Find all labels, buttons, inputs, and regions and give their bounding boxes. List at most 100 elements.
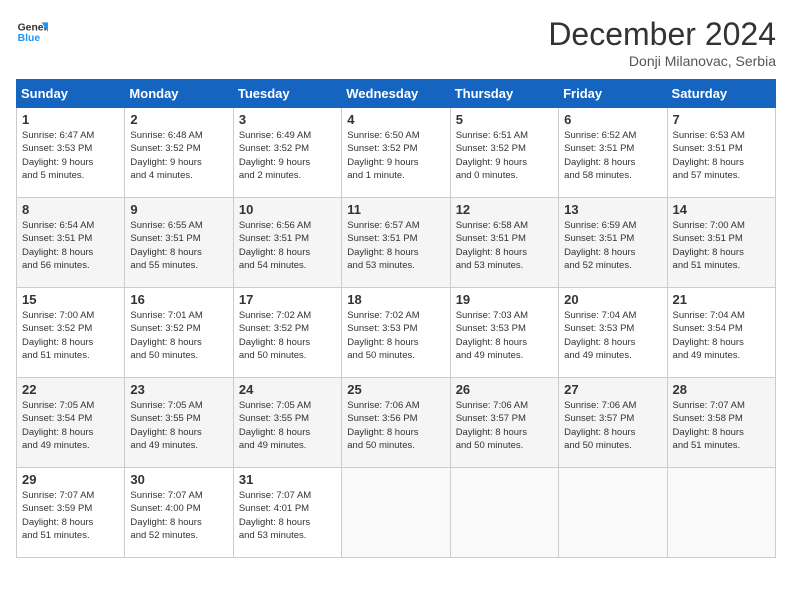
calendar-table: SundayMondayTuesdayWednesdayThursdayFrid… <box>16 79 776 558</box>
day-info: Sunrise: 7:07 AM Sunset: 4:00 PM Dayligh… <box>130 489 227 542</box>
day-number: 19 <box>456 292 553 307</box>
calendar-cell: 20 Sunrise: 7:04 AM Sunset: 3:53 PM Dayli… <box>559 288 667 378</box>
calendar-cell: 27 Sunrise: 7:06 AM Sunset: 3:57 PM Dayli… <box>559 378 667 468</box>
day-info: Sunrise: 6:50 AM Sunset: 3:52 PM Dayligh… <box>347 129 444 182</box>
calendar-cell: 19 Sunrise: 7:03 AM Sunset: 3:53 PM Dayli… <box>450 288 558 378</box>
calendar-week-1: 1Sunrise: 6:47 AM Sunset: 3:53 PM Daylig… <box>17 108 776 198</box>
day-info: Sunrise: 7:05 AM Sunset: 3:54 PM Dayligh… <box>22 399 119 452</box>
title-block: December 2024 Donji Milanovac, Serbia <box>548 16 776 69</box>
calendar-cell: 11 Sunrise: 6:57 AM Sunset: 3:51 PM Dayli… <box>342 198 450 288</box>
column-header-friday: Friday <box>559 80 667 108</box>
calendar-cell: 31 Sunrise: 7:07 AM Sunset: 4:01 PM Dayli… <box>233 468 341 558</box>
calendar-cell: 1Sunrise: 6:47 AM Sunset: 3:53 PM Daylig… <box>17 108 125 198</box>
calendar-cell: 7 Sunrise: 6:53 AM Sunset: 3:51 PM Daylig… <box>667 108 775 198</box>
column-header-monday: Monday <box>125 80 233 108</box>
day-info: Sunrise: 7:04 AM Sunset: 3:53 PM Dayligh… <box>564 309 661 362</box>
day-number: 11 <box>347 202 444 217</box>
day-number: 6 <box>564 112 661 127</box>
calendar-cell: 15Sunrise: 7:00 AM Sunset: 3:52 PM Dayli… <box>17 288 125 378</box>
day-number: 31 <box>239 472 336 487</box>
day-info: Sunrise: 7:05 AM Sunset: 3:55 PM Dayligh… <box>239 399 336 452</box>
day-info: Sunrise: 7:07 AM Sunset: 3:58 PM Dayligh… <box>673 399 770 452</box>
day-number: 29 <box>22 472 119 487</box>
calendar-cell: 17 Sunrise: 7:02 AM Sunset: 3:52 PM Dayli… <box>233 288 341 378</box>
day-number: 10 <box>239 202 336 217</box>
calendar-cell <box>450 468 558 558</box>
svg-text:Blue: Blue <box>18 33 41 44</box>
day-info: Sunrise: 7:03 AM Sunset: 3:53 PM Dayligh… <box>456 309 553 362</box>
calendar-cell: 2 Sunrise: 6:48 AM Sunset: 3:52 PM Daylig… <box>125 108 233 198</box>
calendar-header-row: SundayMondayTuesdayWednesdayThursdayFrid… <box>17 80 776 108</box>
location-subtitle: Donji Milanovac, Serbia <box>548 53 776 69</box>
day-info: Sunrise: 6:58 AM Sunset: 3:51 PM Dayligh… <box>456 219 553 272</box>
calendar-cell <box>342 468 450 558</box>
calendar-week-3: 15Sunrise: 7:00 AM Sunset: 3:52 PM Dayli… <box>17 288 776 378</box>
day-number: 3 <box>239 112 336 127</box>
column-header-sunday: Sunday <box>17 80 125 108</box>
calendar-cell: 3 Sunrise: 6:49 AM Sunset: 3:52 PM Daylig… <box>233 108 341 198</box>
day-info: Sunrise: 7:00 AM Sunset: 3:51 PM Dayligh… <box>673 219 770 272</box>
day-number: 30 <box>130 472 227 487</box>
calendar-cell: 14Sunrise: 7:00 AM Sunset: 3:51 PM Dayli… <box>667 198 775 288</box>
month-title: December 2024 <box>548 16 776 53</box>
day-info: Sunrise: 6:48 AM Sunset: 3:52 PM Dayligh… <box>130 129 227 182</box>
calendar-cell: 29 Sunrise: 7:07 AM Sunset: 3:59 PM Dayli… <box>17 468 125 558</box>
day-info: Sunrise: 7:05 AM Sunset: 3:55 PM Dayligh… <box>130 399 227 452</box>
day-info: Sunrise: 6:57 AM Sunset: 3:51 PM Dayligh… <box>347 219 444 272</box>
column-header-tuesday: Tuesday <box>233 80 341 108</box>
calendar-week-2: 8 Sunrise: 6:54 AM Sunset: 3:51 PM Daylig… <box>17 198 776 288</box>
day-number: 24 <box>239 382 336 397</box>
day-number: 16 <box>130 292 227 307</box>
day-number: 23 <box>130 382 227 397</box>
day-info: Sunrise: 7:07 AM Sunset: 4:01 PM Dayligh… <box>239 489 336 542</box>
calendar-cell: 26 Sunrise: 7:06 AM Sunset: 3:57 PM Dayli… <box>450 378 558 468</box>
calendar-cell: 5 Sunrise: 6:51 AM Sunset: 3:52 PM Daylig… <box>450 108 558 198</box>
day-number: 18 <box>347 292 444 307</box>
day-info: Sunrise: 7:07 AM Sunset: 3:59 PM Dayligh… <box>22 489 119 542</box>
day-number: 21 <box>673 292 770 307</box>
day-number: 5 <box>456 112 553 127</box>
day-number: 26 <box>456 382 553 397</box>
calendar-cell: 24 Sunrise: 7:05 AM Sunset: 3:55 PM Dayli… <box>233 378 341 468</box>
calendar-cell: 30 Sunrise: 7:07 AM Sunset: 4:00 PM Dayli… <box>125 468 233 558</box>
day-number: 17 <box>239 292 336 307</box>
day-info: Sunrise: 6:51 AM Sunset: 3:52 PM Dayligh… <box>456 129 553 182</box>
calendar-cell: 18Sunrise: 7:02 AM Sunset: 3:53 PM Dayli… <box>342 288 450 378</box>
calendar-cell <box>667 468 775 558</box>
calendar-cell: 25 Sunrise: 7:06 AM Sunset: 3:56 PM Dayli… <box>342 378 450 468</box>
day-number: 28 <box>673 382 770 397</box>
calendar-cell: 21 Sunrise: 7:04 AM Sunset: 3:54 PM Dayli… <box>667 288 775 378</box>
calendar-cell: 23 Sunrise: 7:05 AM Sunset: 3:55 PM Dayli… <box>125 378 233 468</box>
day-info: Sunrise: 6:49 AM Sunset: 3:52 PM Dayligh… <box>239 129 336 182</box>
day-info: Sunrise: 7:06 AM Sunset: 3:57 PM Dayligh… <box>564 399 661 452</box>
day-info: Sunrise: 7:06 AM Sunset: 3:57 PM Dayligh… <box>456 399 553 452</box>
calendar-cell: 8 Sunrise: 6:54 AM Sunset: 3:51 PM Daylig… <box>17 198 125 288</box>
day-number: 9 <box>130 202 227 217</box>
calendar-cell <box>559 468 667 558</box>
calendar-cell: 12 Sunrise: 6:58 AM Sunset: 3:51 PM Dayli… <box>450 198 558 288</box>
calendar-week-4: 22 Sunrise: 7:05 AM Sunset: 3:54 PM Dayli… <box>17 378 776 468</box>
day-number: 13 <box>564 202 661 217</box>
day-number: 7 <box>673 112 770 127</box>
calendar-cell: 22 Sunrise: 7:05 AM Sunset: 3:54 PM Dayli… <box>17 378 125 468</box>
day-info: Sunrise: 7:02 AM Sunset: 3:52 PM Dayligh… <box>239 309 336 362</box>
day-info: Sunrise: 6:54 AM Sunset: 3:51 PM Dayligh… <box>22 219 119 272</box>
day-info: Sunrise: 6:53 AM Sunset: 3:51 PM Dayligh… <box>673 129 770 182</box>
day-number: 12 <box>456 202 553 217</box>
day-number: 27 <box>564 382 661 397</box>
logo-icon: General Blue <box>16 16 48 48</box>
day-number: 8 <box>22 202 119 217</box>
day-number: 2 <box>130 112 227 127</box>
column-header-wednesday: Wednesday <box>342 80 450 108</box>
day-number: 22 <box>22 382 119 397</box>
day-info: Sunrise: 7:06 AM Sunset: 3:56 PM Dayligh… <box>347 399 444 452</box>
logo: General Blue <box>16 16 48 48</box>
day-number: 25 <box>347 382 444 397</box>
calendar-body: 1Sunrise: 6:47 AM Sunset: 3:53 PM Daylig… <box>17 108 776 558</box>
calendar-cell: 28 Sunrise: 7:07 AM Sunset: 3:58 PM Dayli… <box>667 378 775 468</box>
day-info: Sunrise: 6:55 AM Sunset: 3:51 PM Dayligh… <box>130 219 227 272</box>
day-number: 20 <box>564 292 661 307</box>
day-number: 4 <box>347 112 444 127</box>
calendar-cell: 10Sunrise: 6:56 AM Sunset: 3:51 PM Dayli… <box>233 198 341 288</box>
day-info: Sunrise: 7:04 AM Sunset: 3:54 PM Dayligh… <box>673 309 770 362</box>
